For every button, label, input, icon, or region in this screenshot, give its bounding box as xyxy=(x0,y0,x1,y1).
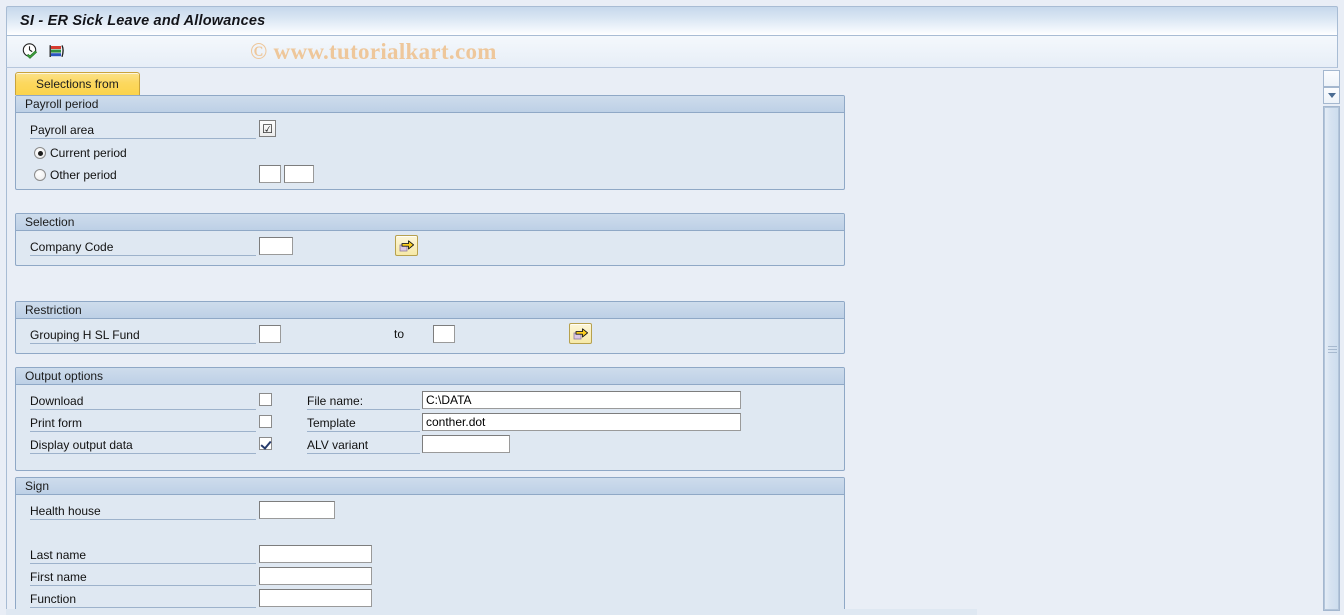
function-label: Function xyxy=(30,591,256,608)
page-title: SI - ER Sick Leave and Allowances xyxy=(20,13,266,29)
group-output-options-title: Output options xyxy=(16,368,844,385)
window-title-bar: SI - ER Sick Leave and Allowances xyxy=(6,6,1338,36)
field-file-name: File name: xyxy=(307,393,420,410)
field-last-name: Last name xyxy=(30,547,256,564)
payroll-area-matchcode-icon[interactable]: ☑ xyxy=(259,120,276,137)
download-label: Download xyxy=(30,393,256,410)
group-selection: Selection Company Code xyxy=(15,213,845,266)
field-payroll-area: Payroll area xyxy=(30,122,256,139)
radio-current-period-label: Current period xyxy=(50,146,127,160)
scroll-down-button[interactable] xyxy=(1323,87,1340,104)
health-house-label: Health house xyxy=(30,503,256,520)
other-period-input-1[interactable] xyxy=(259,165,281,183)
display-output-data-label: Display output data xyxy=(30,437,256,454)
last-name-label: Last name xyxy=(30,547,256,564)
company-code-input[interactable] xyxy=(259,237,293,255)
scrollbar-grip-icon xyxy=(1328,346,1337,353)
field-download: Download xyxy=(30,393,256,410)
multi-select-arrow-icon[interactable] xyxy=(395,235,418,256)
field-grouping-h-sl-fund: Grouping H SL Fund xyxy=(30,327,256,344)
site-watermark: © www.tutorialkart.com xyxy=(250,39,497,64)
chevron-down-icon xyxy=(1327,93,1336,98)
group-restriction-body: Grouping H SL Fund to xyxy=(16,319,844,353)
field-print-form: Print form xyxy=(30,415,256,432)
radio-other-period[interactable]: Other period xyxy=(34,168,117,182)
field-health-house: Health house xyxy=(30,503,256,520)
group-sign: Sign Health house Last name First name F… xyxy=(15,477,845,615)
group-payroll-period: Payroll period Payroll area ☑ Current pe… xyxy=(15,95,845,190)
range-to-label: to xyxy=(394,327,405,341)
multi-select-arrow-icon[interactable] xyxy=(569,323,592,344)
print-form-label: Print form xyxy=(30,415,256,432)
first-name-input[interactable] xyxy=(259,567,372,585)
right-empty-panel xyxy=(977,68,1319,615)
application-toolbar xyxy=(6,36,1338,68)
field-template: Template xyxy=(307,415,420,432)
display-output-data-checkbox[interactable] xyxy=(259,437,272,450)
tab-selections-from[interactable]: Selections from xyxy=(15,72,140,95)
checkmark-box-glyph: ☑ xyxy=(262,121,273,136)
alv-variant-input[interactable] xyxy=(422,435,510,453)
radio-other-period-indicator[interactable] xyxy=(34,169,46,181)
sap-selection-screen: SI - ER Sick Leave and Allowances © www.… xyxy=(0,0,1344,615)
health-house-input[interactable] xyxy=(259,501,335,519)
radio-other-period-label: Other period xyxy=(50,168,117,182)
field-alv-variant: ALV variant xyxy=(307,437,420,454)
file-name-label: File name: xyxy=(307,393,420,410)
alv-variant-label: ALV variant xyxy=(307,437,420,454)
group-restriction: Restriction Grouping H SL Fund to xyxy=(15,301,845,354)
function-input[interactable] xyxy=(259,589,372,607)
field-function: Function xyxy=(30,591,256,608)
scroll-up-button[interactable] xyxy=(1323,70,1340,87)
grouping-h-sl-fund-label: Grouping H SL Fund xyxy=(30,327,256,344)
grouping-to-input[interactable] xyxy=(433,325,455,343)
grouping-from-input[interactable] xyxy=(259,325,281,343)
vertical-scroll-buttons xyxy=(1323,70,1340,104)
group-selection-title: Selection xyxy=(16,214,844,231)
download-checkbox[interactable] xyxy=(259,393,272,406)
vertical-scrollbar-thumb[interactable] xyxy=(1324,107,1339,610)
radio-current-period-indicator[interactable] xyxy=(34,147,46,159)
payroll-area-label: Payroll area xyxy=(30,122,256,139)
variant-bars-icon[interactable] xyxy=(43,40,69,64)
first-name-label: First name xyxy=(30,569,256,586)
execute-clock-icon[interactable] xyxy=(17,40,43,64)
template-input[interactable] xyxy=(422,413,741,431)
group-sign-title: Sign xyxy=(16,478,844,495)
group-payroll-period-body: Payroll area ☑ Current period Other peri… xyxy=(16,113,844,189)
field-display-output-data: Display output data xyxy=(30,437,256,454)
tab-strip: Selections from xyxy=(15,72,140,95)
print-form-checkbox[interactable] xyxy=(259,415,272,428)
file-name-input[interactable] xyxy=(422,391,741,409)
field-first-name: First name xyxy=(30,569,256,586)
last-name-input[interactable] xyxy=(259,545,372,563)
radio-current-period[interactable]: Current period xyxy=(34,146,127,160)
group-payroll-period-title: Payroll period xyxy=(16,96,844,113)
group-selection-body: Company Code xyxy=(16,231,844,265)
group-sign-body: Health house Last name First name Functi… xyxy=(16,495,844,614)
vertical-scrollbar-track[interactable] xyxy=(1323,106,1340,611)
field-company-code: Company Code xyxy=(30,239,256,256)
group-restriction-title: Restriction xyxy=(16,302,844,319)
template-label: Template xyxy=(307,415,420,432)
group-output-options-body: Download Print form Display output data … xyxy=(16,385,844,470)
group-output-options: Output options Download Print form Displ… xyxy=(15,367,845,471)
company-code-label: Company Code xyxy=(30,239,256,256)
other-period-input-2[interactable] xyxy=(284,165,314,183)
bottom-strip xyxy=(6,609,977,615)
